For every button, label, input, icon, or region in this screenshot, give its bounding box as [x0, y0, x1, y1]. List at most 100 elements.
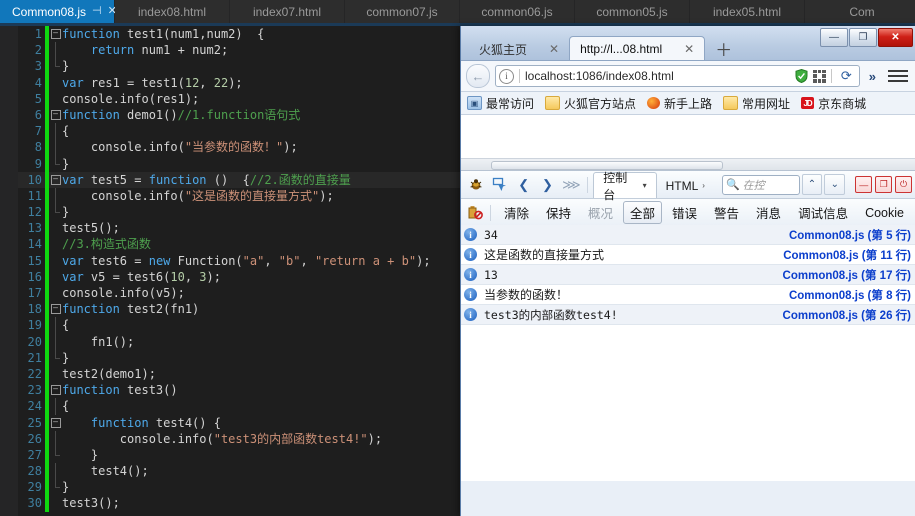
back-icon[interactable]: ❮	[513, 174, 535, 195]
page-horizontal-scrollbar[interactable]	[461, 158, 915, 170]
collapse-icon[interactable]: –	[50, 174, 61, 185]
urlbar-divider	[519, 69, 520, 83]
filter-button-5[interactable]: 错误	[665, 201, 704, 224]
filter-button-1[interactable]: 清除	[497, 201, 536, 224]
collapse-icon[interactable]: –	[50, 29, 61, 39]
console-log-row[interactable]: i 13 Common08.js (第 17 行)	[461, 265, 915, 285]
close-window-button[interactable]: ✕	[878, 28, 913, 47]
chevron-down-icon[interactable]: ▾	[643, 181, 647, 190]
minimize-button[interactable]: —	[820, 28, 848, 47]
line-number: 15	[27, 253, 42, 268]
filter-button-2[interactable]: 保持	[539, 201, 578, 224]
editor-tab-6[interactable]: common05.js	[575, 0, 690, 23]
console-log-row[interactable]: i test3的内部函数test4! Common08.js (第 26 行)	[461, 305, 915, 325]
forward-icon[interactable]: ❯	[537, 174, 559, 195]
list-icon[interactable]: ⋙	[560, 174, 582, 195]
change-bar	[45, 479, 49, 496]
editor-tab-1[interactable]: Common08.js ⊣ ✕	[0, 0, 117, 23]
console-log-source-link[interactable]: Common08.js (第 26 行)	[783, 307, 913, 323]
filter-button-8[interactable]: 调试信息	[791, 201, 855, 224]
bookmark-item-1[interactable]: ▣ 最常访问	[467, 95, 534, 112]
bookmark-item-4[interactable]: 常用网址	[723, 95, 790, 112]
hamburger-menu-icon[interactable]	[885, 70, 911, 82]
console-log-row[interactable]: i 这是函数的直接量方式 Common08.js (第 11 行)	[461, 245, 915, 265]
console-log-row[interactable]: i 当参数的函数！ Common08.js (第 8 行)	[461, 285, 915, 305]
firefox-tab-1[interactable]: 火狐主页 ✕	[469, 38, 569, 60]
qr-code-icon[interactable]	[812, 69, 826, 83]
console-log-source-link[interactable]: Common08.js (第 11 行)	[783, 247, 913, 263]
fold-indicator[interactable]: –	[49, 415, 62, 431]
collapse-icon[interactable]: –	[50, 417, 61, 428]
bookmark-item-2[interactable]: 火狐官方站点	[545, 95, 636, 112]
clear-log-icon[interactable]	[466, 203, 484, 223]
fold-indicator[interactable]: –	[49, 301, 62, 317]
editor-tab-5[interactable]: common06.js	[460, 0, 575, 23]
change-bar	[45, 139, 49, 156]
chevron-down-icon[interactable]: ›	[702, 181, 705, 190]
filter-button-3[interactable]: 概况	[581, 201, 620, 224]
editor-tab-2[interactable]: index08.html	[115, 0, 230, 23]
element-picker-icon[interactable]	[489, 174, 511, 195]
filter-button-7[interactable]: 消息	[749, 201, 788, 224]
console-log-row[interactable]: i 34 Common08.js (第 5 行)	[461, 225, 915, 245]
change-bar	[45, 317, 49, 334]
devtools-toolbar: ❮ ❯ ⋙ 控制台 ▾ HTML › 🔍 在控 ⌃ ⌄ — ❐ ⏻	[461, 171, 915, 202]
search-prev-icon[interactable]: ⌃	[801, 174, 823, 195]
close-icon[interactable]: ✕	[549, 42, 559, 56]
line-number: 20	[27, 334, 42, 349]
devtools-tab-2[interactable]: HTML ›	[657, 173, 714, 198]
console-log-list[interactable]: i 34 Common08.js (第 5 行) i 这是函数的直接量方式 Common0…	[461, 225, 915, 481]
devtools-search-input[interactable]: 🔍 在控	[721, 174, 800, 195]
bookmark-item-3[interactable]: 新手上路	[647, 95, 712, 112]
web-page-viewport[interactable]	[461, 115, 915, 171]
devtools-tab-1[interactable]: 控制台 ▾	[593, 171, 657, 202]
console-log-source-link[interactable]: Common08.js (第 8 行)	[789, 287, 913, 303]
editor-tab-3[interactable]: index07.html	[230, 0, 345, 23]
line-number: 9	[34, 156, 42, 171]
debugger-bug-icon[interactable]	[465, 174, 487, 195]
filter-divider	[490, 204, 491, 221]
line-number: 18	[27, 302, 42, 317]
devtools-tab-label: HTML	[665, 178, 699, 193]
shield-icon[interactable]	[795, 68, 808, 84]
change-bar	[45, 463, 49, 480]
devtools-panel: ❮ ❯ ⋙ 控制台 ▾ HTML › 🔍 在控 ⌃ ⌄ — ❐ ⏻ 清除 保持 …	[461, 171, 915, 481]
filter-button-6[interactable]: 警告	[707, 201, 746, 224]
new-tab-button[interactable]: ＋	[705, 42, 742, 60]
collapse-icon[interactable]: –	[50, 385, 61, 396]
pin-icon[interactable]: ⊣	[92, 6, 102, 17]
dock-minimize-icon[interactable]: —	[855, 176, 873, 193]
page-info-icon[interactable]: i	[499, 68, 514, 84]
firefox-tab-2[interactable]: http://l...08.html ✕	[569, 36, 706, 60]
console-log-source-link[interactable]: Common08.js (第 17 行)	[783, 267, 913, 283]
fold-guide	[55, 398, 56, 415]
fold-indicator[interactable]: –	[49, 107, 62, 123]
url-text[interactable]: localhost:1086/index08.html	[525, 69, 790, 83]
editor-tab-4[interactable]: common07.js	[345, 0, 460, 23]
filter-button-9[interactable]: Cookie	[858, 204, 911, 222]
maximize-button[interactable]: ❐	[849, 28, 877, 47]
overflow-chevron-icon[interactable]: »	[865, 69, 880, 84]
close-icon[interactable]: ✕	[684, 42, 694, 56]
devtools-close-icon[interactable]: ⏻	[895, 176, 912, 193]
url-bar[interactable]: i localhost:1086/index08.html ⟳	[495, 65, 860, 87]
bookmark-label: 新手上路	[664, 96, 713, 111]
fold-indicator[interactable]: –	[49, 172, 62, 188]
dock-separate-window-icon[interactable]: ❐	[875, 176, 893, 193]
filter-button-4[interactable]: 全部	[623, 201, 663, 224]
fold-indicator[interactable]: –	[49, 26, 62, 42]
reload-icon[interactable]: ⟳	[837, 68, 856, 84]
bookmark-label: 最常访问	[486, 96, 535, 111]
search-next-icon[interactable]: ⌄	[824, 174, 846, 195]
collapse-icon[interactable]: –	[50, 304, 61, 315]
bookmark-item-5[interactable]: JD 京东商城	[801, 95, 866, 112]
back-icon[interactable]: ←	[466, 64, 490, 88]
editor-tab-8[interactable]: Com	[805, 0, 915, 23]
collapse-icon[interactable]: –	[50, 109, 61, 120]
firefox-tab-strip: 火狐主页 ✕ http://l...08.html ✕ ＋	[461, 36, 742, 60]
console-log-source-link[interactable]: Common08.js (第 5 行)	[789, 227, 913, 243]
editor-tab-7[interactable]: index05.html	[690, 0, 805, 23]
filter-buttons: 清除 保持 概况 全部 错误 警告 消息 调试信息 Cookie	[497, 201, 911, 224]
editor-tab-label: common05.js	[596, 4, 668, 19]
fold-indicator[interactable]: –	[49, 382, 62, 398]
